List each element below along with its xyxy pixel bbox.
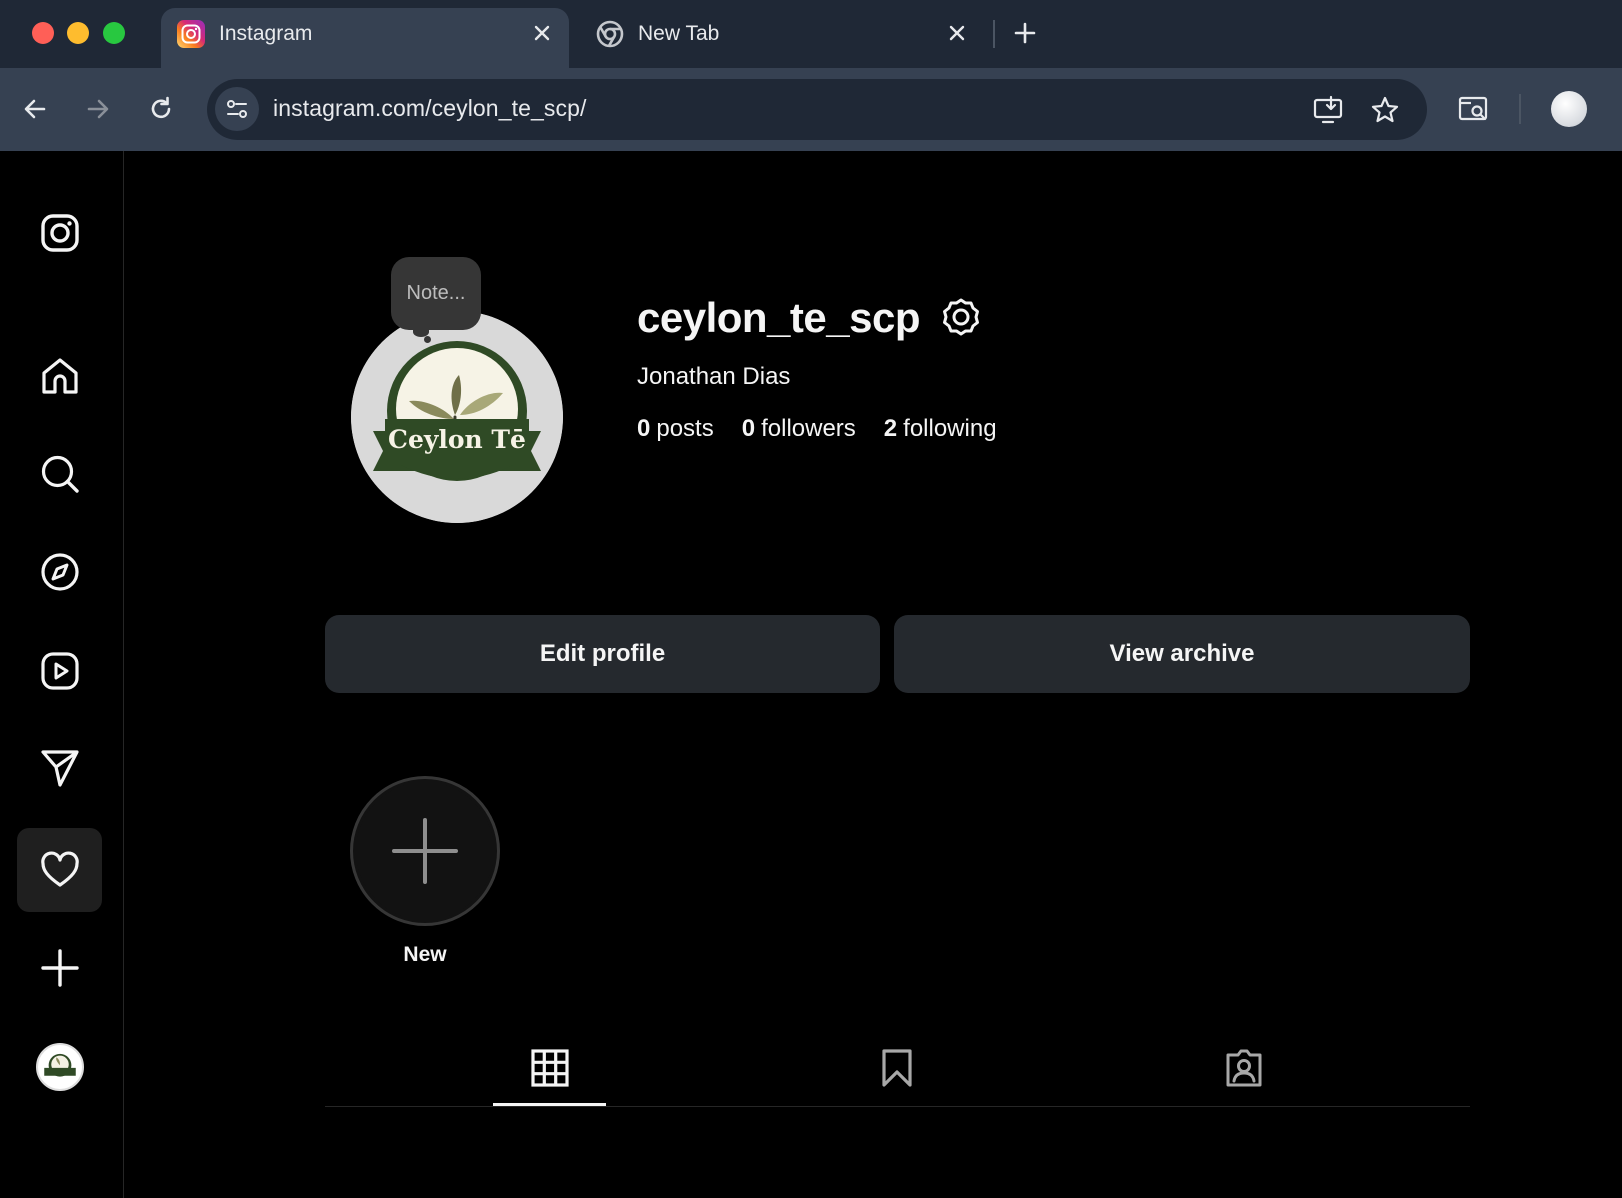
profile-username: ceylon_te_scp [637,294,921,341]
following-count: 2 [883,415,898,442]
explore-compass-icon[interactable] [17,530,102,614]
tab-saved[interactable] [872,1043,922,1093]
window-zoom-button[interactable] [103,22,125,44]
messages-paper-plane-icon[interactable] [17,726,102,810]
posts-label: posts [656,415,714,442]
note-text: Note... [406,282,466,304]
ceylon-te-logo-icon [43,1053,76,1077]
close-tab-icon[interactable] [944,20,970,46]
new-highlight-inner [356,782,494,920]
bookmark-icon [882,1049,912,1087]
view-archive-button[interactable]: View archive [894,615,1470,693]
tagged-person-icon [1226,1049,1262,1087]
url-text[interactable]: instagram.com/ceylon_te_scp/ [273,95,586,122]
browser-tab-bar: Instagram New Tab [0,0,1622,68]
profile-avatar [35,1043,84,1091]
browser-tab-instagram[interactable]: Instagram [161,8,569,68]
plus-icon [392,818,458,884]
following-label: following [903,415,997,442]
browser-toolbar: instagram.com/ceylon_te_scp/ [0,68,1622,151]
followers-stat[interactable]: 0 followers [742,415,856,443]
tab-title: Instagram [219,22,313,45]
tab-search-icon[interactable] [1457,92,1491,126]
settings-gear-icon[interactable] [940,296,982,338]
tab-title: New Tab [638,22,720,45]
chrome-icon [596,20,624,48]
profile-full-name: Jonathan Dias [637,363,791,390]
window-minimize-button[interactable] [67,22,89,44]
edit-profile-button[interactable]: Edit profile [325,615,880,693]
ceylon-te-logo [351,311,563,523]
create-plus-icon[interactable] [17,926,102,1010]
browser-tab-new-tab[interactable]: New Tab [580,8,984,68]
note-bubble-tail-dot [424,336,431,343]
profile-stats: 0 posts 0 followers 2 following [637,415,997,443]
new-highlight-label: New [403,943,447,966]
instagram-logo-icon[interactable] [17,191,102,275]
install-app-icon[interactable] [1312,94,1344,126]
tune-icon [227,100,247,118]
posts-stat: 0 posts [637,415,714,443]
followers-count: 0 [741,415,756,442]
following-stat[interactable]: 2 following [884,415,997,443]
instagram-sidebar [0,151,124,1198]
notifications-heart-icon[interactable] [17,828,102,912]
address-bar[interactable]: instagram.com/ceylon_te_scp/ [207,79,1427,140]
profile-picture[interactable]: Ceylon Tē [351,311,563,523]
back-arrow-icon[interactable] [18,92,52,126]
new-tab-plus-icon[interactable] [1010,18,1040,48]
tab-posts-grid[interactable] [525,1043,575,1093]
tab-separator [993,20,995,48]
bookmark-star-icon[interactable] [1369,94,1401,126]
window-close-button[interactable] [32,22,54,44]
toolbar-separator [1519,94,1521,124]
active-tab-indicator [493,1103,606,1106]
instagram-favicon-icon [177,20,205,48]
close-tab-icon[interactable] [529,20,555,46]
tab-tagged[interactable] [1219,1043,1269,1093]
profile-nav-item[interactable] [17,1025,102,1109]
reels-icon[interactable] [17,629,102,713]
new-highlight-button[interactable] [350,776,500,926]
followers-label: followers [761,415,856,442]
grid-icon [531,1049,569,1087]
search-icon[interactable] [17,432,102,516]
avatar-logo-text: Ceylon Tē [388,425,526,454]
reload-icon[interactable] [144,92,178,126]
site-info-button[interactable] [215,87,259,131]
profile-tabs-divider [325,1106,1470,1107]
browser-profile-avatar[interactable] [1551,91,1587,127]
posts-count: 0 [637,415,651,442]
forward-arrow-icon[interactable] [81,92,115,126]
note-bubble[interactable]: Note... [391,257,481,330]
home-icon[interactable] [17,334,102,418]
